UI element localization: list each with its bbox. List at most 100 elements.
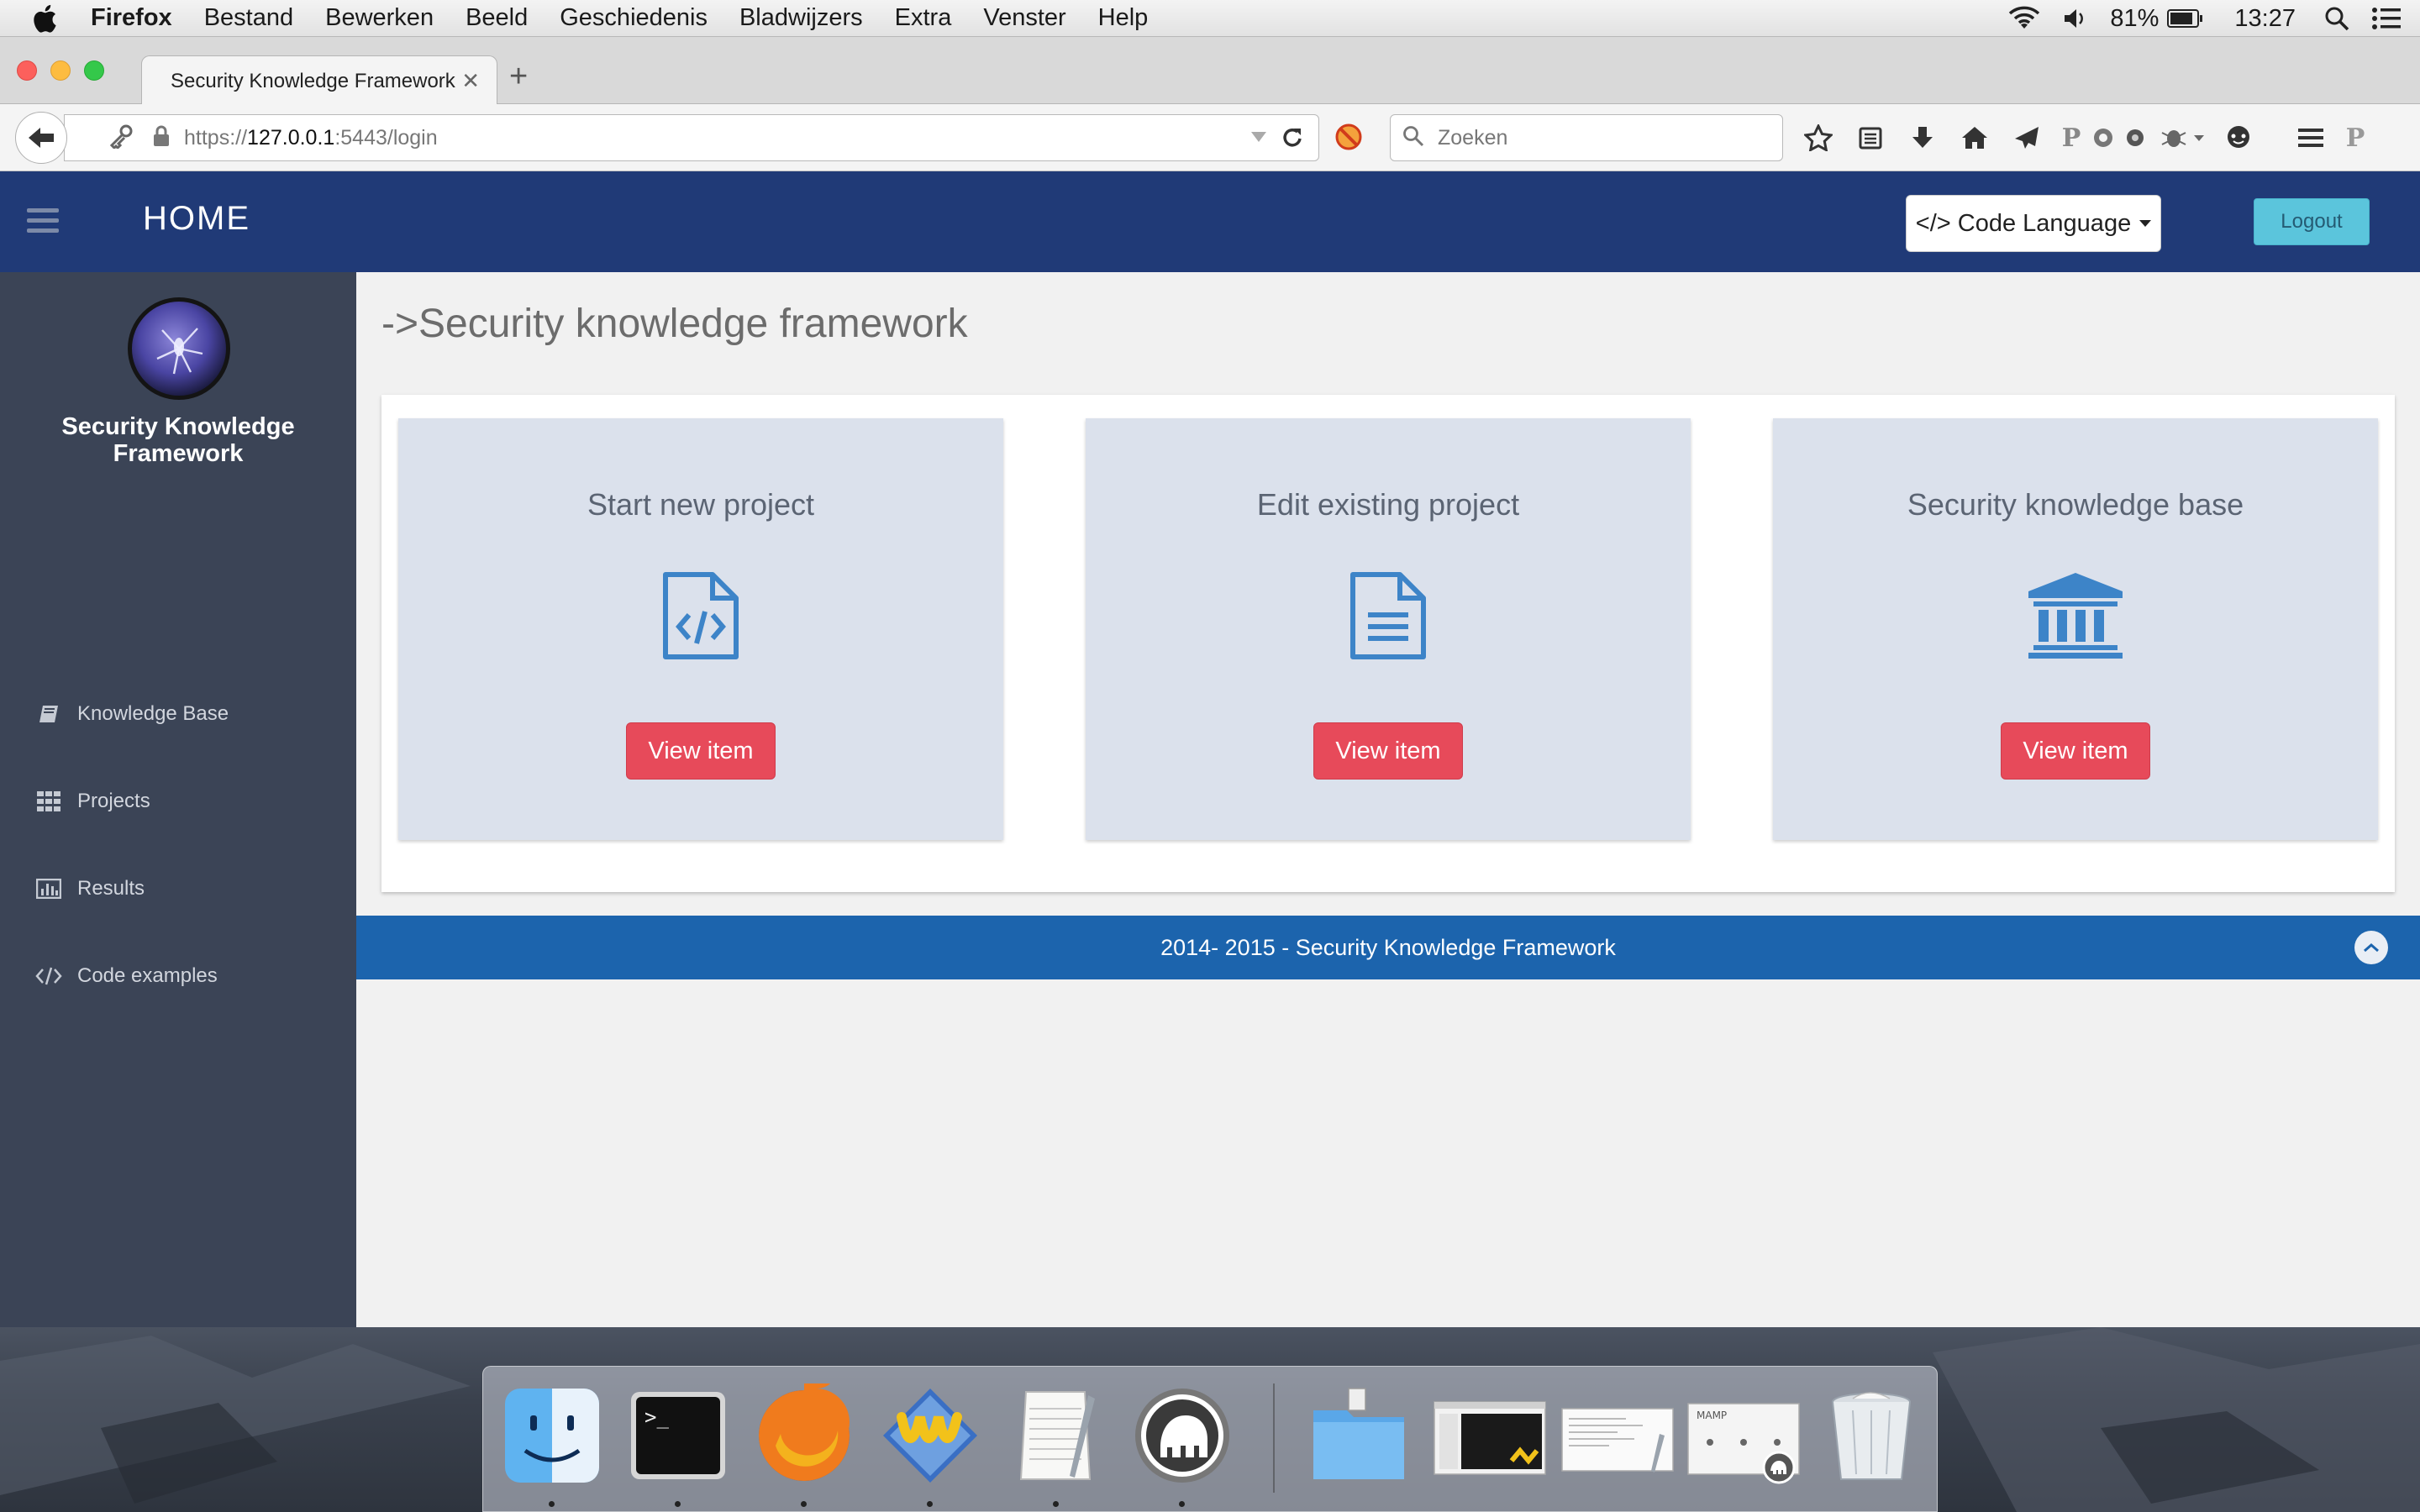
scroll-to-top-button[interactable]	[2354, 931, 2388, 964]
page-title: ->Security knowledge framework	[381, 302, 968, 346]
sidebar-item-label: Code examples	[77, 964, 218, 987]
code-language-dropdown[interactable]: </> Code Language	[1906, 195, 2161, 252]
tab-strip: Security Knowledge Framework ✕ +	[0, 37, 2420, 106]
folder-icon[interactable]	[1307, 1383, 1411, 1488]
bar-chart-icon	[35, 877, 62, 900]
reload-icon[interactable]	[1280, 123, 1305, 155]
view-item-button[interactable]: View item	[1313, 722, 1463, 780]
mamp-window-icon[interactable]: MAMP	[1685, 1383, 1802, 1488]
chat-bubble-icon[interactable]	[2218, 119, 2259, 156]
grid-icon	[35, 790, 62, 813]
sidebar-item-code-examples[interactable]: Code examples	[35, 959, 218, 993]
textedit-icon[interactable]	[1004, 1383, 1108, 1488]
window-close-button[interactable]	[17, 60, 37, 81]
menu-app-name[interactable]: Firefox	[91, 4, 172, 32]
window-minimize-button[interactable]	[50, 60, 71, 81]
clock[interactable]: 13:27	[2234, 5, 2296, 33]
sidebar-item-results[interactable]: Results	[35, 872, 145, 906]
file-text-icon	[1348, 571, 1428, 664]
extension-p-icon[interactable]: P	[2059, 119, 2084, 156]
extension-p2-icon[interactable]: P	[2343, 119, 2368, 156]
new-tab-button[interactable]: +	[509, 59, 528, 95]
toolbar-icons: P P	[1798, 116, 2380, 160]
home-icon[interactable]	[1954, 119, 1995, 156]
window-thumbnail-icon[interactable]	[1431, 1383, 1549, 1488]
tab-title: Security Knowledge Framework	[171, 69, 455, 92]
menu-hamburger-icon[interactable]	[2291, 119, 2331, 156]
sidebar-toggle-icon[interactable]	[27, 208, 59, 239]
view-item-button[interactable]: View item	[2001, 722, 2150, 780]
home-link[interactable]: HOME	[143, 200, 250, 238]
bank-icon	[2027, 571, 2124, 664]
search-placeholder: Zoeken	[1438, 125, 1508, 150]
code-icon	[35, 964, 62, 988]
extension-gear-icon[interactable]	[2091, 119, 2116, 156]
lock-icon[interactable]	[152, 125, 174, 151]
sidebar-item-knowledge-base[interactable]: Knowledge Base	[35, 697, 229, 731]
browser-window: Security Knowledge Framework ✕ + https:/…	[0, 37, 2420, 1327]
web-page: HOME </> Code Language Logout Security K…	[0, 171, 2420, 1327]
menu-venster[interactable]: Venster	[983, 4, 1065, 32]
view-item-button[interactable]: View item	[626, 722, 776, 780]
apple-menu-icon[interactable]	[32, 0, 74, 37]
send-icon[interactable]	[2007, 119, 2047, 156]
extension-flower-icon[interactable]	[2123, 119, 2148, 156]
svg-text:>_: >_	[644, 1405, 669, 1429]
firefox-icon[interactable]	[752, 1365, 856, 1488]
url-bar[interactable]: https://127.0.0.1:5443/login	[64, 114, 1319, 161]
bookmark-star-icon[interactable]	[1798, 119, 1839, 156]
sidebar-item-label: Results	[77, 877, 145, 900]
noscript-icon[interactable]	[1334, 123, 1363, 155]
battery-percentage: 81%	[2110, 4, 2160, 32]
extension-bug-icon[interactable]	[2160, 119, 2188, 156]
battery-icon[interactable]	[2167, 8, 2204, 29]
card-title: Edit existing project	[1256, 487, 1520, 522]
document-thumbnail-icon[interactable]	[1559, 1383, 1676, 1488]
card-security-knowledge-base: Security knowledge base View item	[1773, 418, 2378, 840]
key-icon[interactable]	[108, 123, 134, 153]
mamp-icon[interactable]	[1130, 1383, 1234, 1488]
menubar-status-area: 81% 13:27	[2007, 0, 2420, 37]
menu-extra[interactable]: Extra	[895, 4, 952, 32]
window-zoom-button[interactable]	[84, 60, 104, 81]
menu-beeld[interactable]: Beeld	[466, 4, 528, 32]
menu-help[interactable]: Help	[1098, 4, 1149, 32]
spotlight-search-icon[interactable]	[2324, 6, 2349, 31]
sidebar-item-projects[interactable]: Projects	[35, 785, 150, 818]
wireshark-icon[interactable]	[878, 1383, 982, 1488]
trash-icon[interactable]	[1819, 1383, 1923, 1488]
dock-separator	[1273, 1383, 1275, 1493]
owasp-logo	[128, 297, 230, 400]
menu-bestand[interactable]: Bestand	[204, 4, 293, 32]
url-history-dropdown-icon[interactable]	[1249, 127, 1268, 151]
tab-close-icon[interactable]: ✕	[461, 68, 480, 94]
caret-down-icon	[2139, 220, 2152, 227]
main-content: ->Security knowledge framework Start new…	[356, 272, 2420, 1327]
menu-bladwijzers[interactable]: Bladwijzers	[739, 4, 863, 32]
extension-dropdown-icon[interactable]	[2191, 119, 2207, 156]
sidebar-app-title: Security Knowledge Framework	[61, 413, 295, 467]
menu-geschiedenis[interactable]: Geschiedenis	[560, 4, 708, 32]
card-title: Security knowledge base	[1907, 487, 2244, 522]
logout-button[interactable]: Logout	[2254, 198, 2370, 245]
card-title: Start new project	[587, 487, 815, 522]
menu-bewerken[interactable]: Bewerken	[325, 4, 434, 32]
volume-icon[interactable]	[2063, 8, 2088, 29]
back-button[interactable]	[15, 112, 67, 164]
browser-tab-active[interactable]: Security Knowledge Framework ✕	[141, 55, 497, 106]
wifi-icon[interactable]	[2007, 6, 2041, 31]
search-bar[interactable]: Zoeken	[1390, 114, 1783, 161]
url-text[interactable]: https://127.0.0.1:5443/login	[184, 126, 438, 150]
search-icon	[1402, 125, 1424, 151]
download-icon[interactable]	[1902, 119, 1943, 156]
finder-icon[interactable]	[500, 1383, 604, 1488]
notification-center-icon[interactable]	[2371, 7, 2402, 30]
terminal-icon[interactable]: >_	[626, 1383, 730, 1488]
svg-text:MAMP: MAMP	[1697, 1410, 1727, 1421]
code-language-label: </> Code Language	[1915, 209, 2132, 237]
book-icon	[35, 702, 62, 726]
macos-menubar: Firefox Bestand Bewerken Beeld Geschiede…	[0, 0, 2420, 37]
reading-list-icon[interactable]	[1850, 119, 1891, 156]
chevron-up-icon	[2364, 943, 2379, 953]
card-edit-existing-project: Edit existing project View item	[1086, 418, 1691, 840]
